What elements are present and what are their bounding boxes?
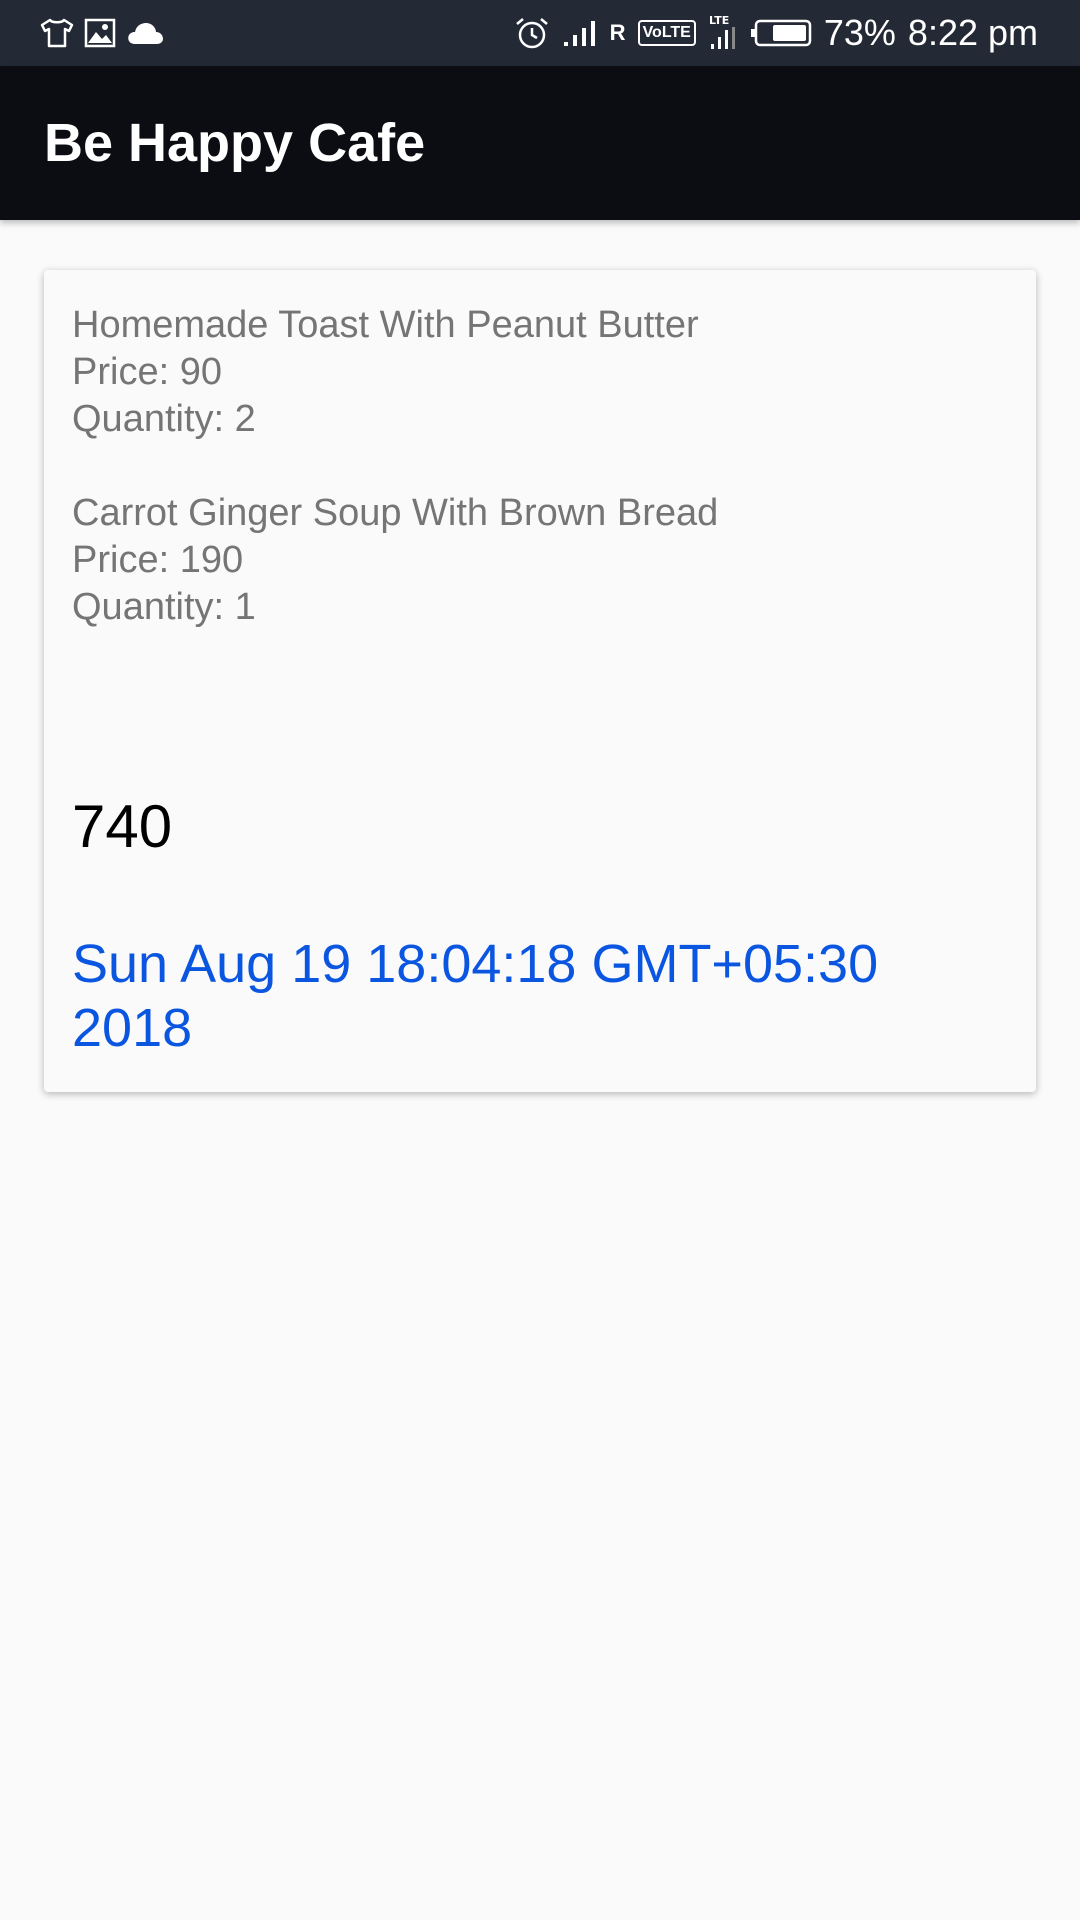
image-icon [84, 18, 116, 48]
clock: 8:22 pm [907, 12, 1038, 53]
order-date: Sun Aug 19 18:04:18 GMT+05:30 2018 [72, 934, 879, 1058]
status-bar-left [40, 0, 164, 66]
order-items: Homemade Toast With Peanut Butter Price:… [72, 302, 1002, 678]
item-quantity: Quantity: 1 [72, 586, 256, 628]
item-name: Carrot Ginger Soup With Brown Bread [72, 492, 719, 534]
item-quantity: Quantity: 2 [72, 398, 256, 440]
item-price: Price: 90 [72, 351, 222, 393]
cloud-icon [126, 20, 164, 46]
order-card[interactable]: Homemade Toast With Peanut Butter Price:… [44, 270, 1036, 1092]
app-bar: Be Happy Cafe [0, 66, 1080, 220]
battery-percent: 73% [823, 12, 896, 53]
order-total: 740 [72, 793, 173, 860]
order-item: Carrot Ginger Soup With Brown Bread Pric… [72, 490, 1002, 631]
item-price: Price: 190 [72, 539, 244, 581]
shirt-icon [40, 18, 74, 48]
status-bar-right: R VoLTE LTE 73% 8:22 pm [514, 0, 1038, 66]
signal-icon [562, 18, 598, 48]
alarm-icon [514, 16, 550, 50]
roaming-indicator: R [609, 20, 626, 45]
battery-icon [750, 18, 812, 48]
volte-icon: VoLTE [637, 20, 696, 46]
app-title: Be Happy Cafe [44, 113, 426, 173]
item-name: Homemade Toast With Peanut Butter [72, 304, 699, 346]
order-item: Homemade Toast With Peanut Butter Price:… [72, 302, 1002, 443]
status-bar: R VoLTE LTE 73% 8:22 pm [0, 0, 1080, 66]
lte-signal-icon: LTE [708, 13, 738, 53]
svg-text:LTE: LTE [709, 14, 729, 27]
